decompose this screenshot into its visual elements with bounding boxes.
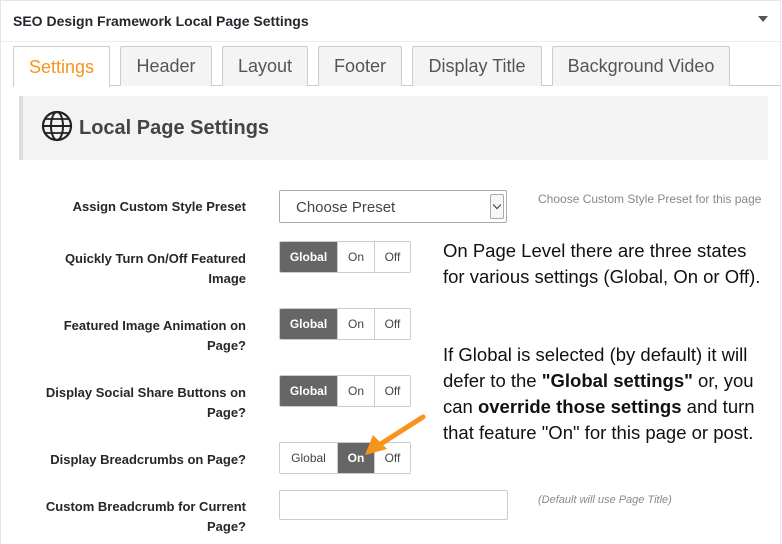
featured-animation-toggle: Global On Off: [279, 308, 411, 340]
social-share-label: Display Social Share Buttons on Page?: [45, 385, 246, 420]
callout-emphasis: "Global settings": [541, 370, 693, 391]
preset-select-value: Choose Preset: [296, 199, 396, 216]
custom-breadcrumb-help: (Default will use Page Title): [538, 494, 672, 506]
tab-display-title[interactable]: Display Title: [412, 46, 542, 86]
breadcrumbs-global-option[interactable]: Global: [280, 443, 337, 473]
featured-image-off-option[interactable]: Off: [374, 242, 410, 272]
section-title: Local Page Settings: [79, 117, 270, 139]
social-share-off-option[interactable]: Off: [374, 376, 410, 406]
tab-layout[interactable]: Layout: [222, 46, 308, 86]
select-dropdown-button[interactable]: [490, 194, 504, 219]
breadcrumbs-label: Display Breadcrumbs on Page?: [50, 452, 246, 467]
callout-paragraph-1: On Page Level there are three states for…: [443, 240, 761, 287]
callout-paragraph-2: If Global is selected (by default) it wi…: [443, 342, 773, 446]
collapse-toggle-icon[interactable]: [758, 16, 768, 22]
tab-settings[interactable]: Settings: [13, 46, 110, 87]
preset-label: Assign Custom Style Preset: [72, 199, 246, 214]
featured-image-global-option[interactable]: Global: [280, 242, 337, 272]
panel-title: SEO Design Framework Local Page Settings: [13, 13, 309, 29]
globe-icon: [41, 110, 73, 142]
custom-breadcrumb-label: Custom Breadcrumb for Current Page?: [45, 499, 246, 534]
featured-animation-off-option[interactable]: Off: [374, 309, 410, 339]
annotation-arrow-icon: [365, 414, 426, 455]
social-share-global-option[interactable]: Global: [280, 376, 337, 406]
featured-animation-global-option[interactable]: Global: [280, 309, 337, 339]
chevron-down-icon: [492, 200, 502, 210]
tab-footer[interactable]: Footer: [318, 46, 402, 86]
preset-help: Choose Custom Style Preset for this page: [538, 192, 762, 206]
tab-background-video[interactable]: Background Video: [552, 46, 730, 86]
tab-header[interactable]: Header: [120, 46, 212, 86]
social-share-on-option[interactable]: On: [337, 376, 374, 406]
social-share-toggle: Global On Off: [279, 375, 411, 407]
settings-panel: SEO Design Framework Local Page Settings…: [0, 0, 781, 544]
callout-emphasis: override those settings: [477, 396, 682, 417]
custom-breadcrumb-input[interactable]: [279, 490, 508, 520]
featured-image-on-option[interactable]: On: [337, 242, 374, 272]
panel-header[interactable]: SEO Design Framework Local Page Settings: [1, 1, 780, 42]
featured-image-label: Quickly Turn On/Off Featured Image: [64, 251, 246, 286]
preset-select[interactable]: Choose Preset: [279, 190, 507, 223]
featured-animation-label: Featured Image Animation on Page?: [63, 318, 246, 353]
featured-animation-on-option[interactable]: On: [337, 309, 374, 339]
section-header: Local Page Settings: [19, 96, 768, 160]
featured-image-toggle: Global On Off: [279, 241, 411, 273]
